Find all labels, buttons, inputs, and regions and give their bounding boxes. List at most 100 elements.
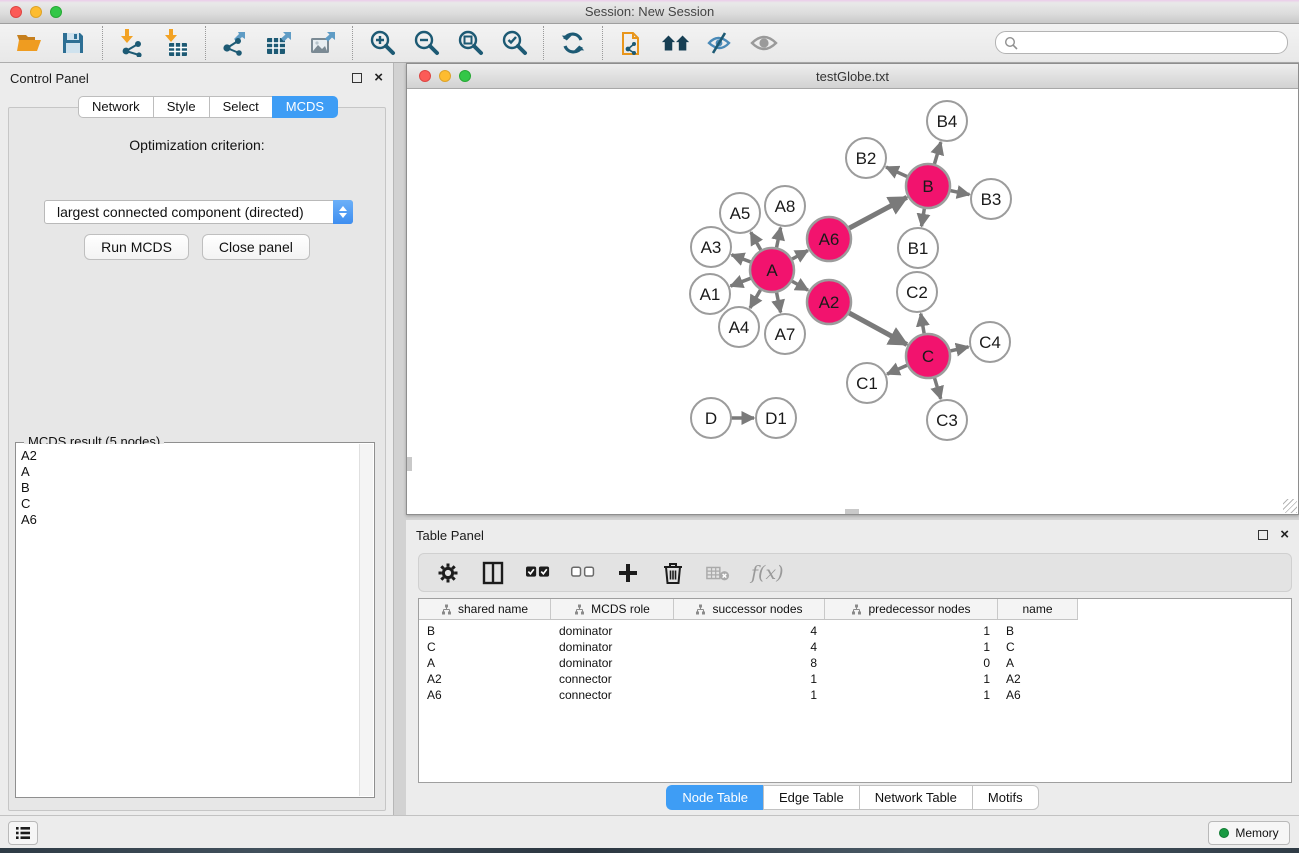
deselect-all-icon[interactable] [571, 561, 595, 585]
export-network-icon[interactable] [220, 28, 250, 58]
graph-node-label-B2: B2 [856, 149, 877, 168]
cell-shared-name[interactable]: A6 [419, 688, 551, 702]
show-all-icon[interactable] [749, 28, 779, 58]
column-header-shared-name[interactable]: shared name [419, 599, 551, 619]
delete-table-icon[interactable] [706, 561, 730, 585]
close-table-panel-icon[interactable]: × [1280, 530, 1289, 540]
search-input[interactable] [1023, 34, 1287, 52]
cell-mcds-role[interactable]: dominator [551, 656, 674, 670]
table-row[interactable]: A dominator 8 0 A [419, 655, 1291, 671]
open-file-icon[interactable] [14, 28, 44, 58]
cell-mcds-role[interactable]: connector [551, 688, 674, 702]
zoom-selected-icon[interactable] [499, 28, 529, 58]
network-from-selection-icon[interactable] [617, 28, 647, 58]
cell-name[interactable]: B [998, 624, 1078, 638]
import-table-icon[interactable] [161, 28, 191, 58]
tab-network-table[interactable]: Network Table [859, 785, 972, 810]
control-panel: Control Panel × Network Style Select MCD… [0, 63, 394, 815]
optimization-criterion-dropdown[interactable]: largest connected component (directed) [44, 200, 353, 224]
result-item[interactable]: A [21, 464, 359, 480]
cell-mcds-role[interactable]: dominator [551, 640, 674, 654]
graph-node-label-C1: C1 [856, 374, 878, 393]
tab-edge-table[interactable]: Edge Table [763, 785, 859, 810]
zoom-out-icon[interactable] [411, 28, 441, 58]
result-item[interactable]: B [21, 480, 359, 496]
result-scrollbar[interactable] [359, 444, 373, 796]
save-session-icon[interactable] [58, 28, 88, 58]
cell-mcds-role[interactable]: dominator [551, 624, 674, 638]
cell-shared-name[interactable]: C [419, 640, 551, 654]
cell-predecessor[interactable]: 1 [825, 640, 998, 654]
cell-successor[interactable]: 4 [674, 640, 825, 654]
column-header-predecessor-nodes[interactable]: predecessor nodes [825, 599, 998, 619]
table-row[interactable]: A2 connector 1 1 A2 [419, 671, 1291, 687]
cell-predecessor[interactable]: 1 [825, 672, 998, 686]
float-panel-icon[interactable] [352, 73, 362, 83]
cell-shared-name[interactable]: A [419, 656, 551, 670]
table-row[interactable]: B dominator 4 1 B [419, 623, 1291, 639]
cell-mcds-role[interactable]: connector [551, 672, 674, 686]
graph-node-label-A5: A5 [730, 204, 751, 223]
cell-name[interactable]: A [998, 656, 1078, 670]
cell-predecessor[interactable]: 1 [825, 688, 998, 702]
cell-successor[interactable]: 1 [674, 688, 825, 702]
cell-predecessor[interactable]: 1 [825, 624, 998, 638]
network-window-titlebar[interactable]: testGlobe.txt [407, 64, 1298, 89]
cell-successor[interactable]: 8 [674, 656, 825, 670]
table-row[interactable]: C dominator 4 1 C [419, 639, 1291, 655]
cell-shared-name[interactable]: A2 [419, 672, 551, 686]
table-header-row: shared name MCDS role successor nodes pr… [419, 599, 1078, 620]
table-row[interactable]: A6 connector 1 1 A6 [419, 687, 1291, 703]
tab-node-table[interactable]: Node Table [666, 785, 763, 810]
cell-successor[interactable]: 1 [674, 672, 825, 686]
dropdown-selected-value: largest connected component (directed) [45, 204, 333, 220]
hide-selected-icon[interactable] [705, 28, 735, 58]
column-manager-icon[interactable] [481, 561, 505, 585]
network-canvas[interactable]: B4B2BB3A5A8A6B1A3AC2A1A2A4A7CC4C1C3DD1 [407, 89, 1298, 514]
close-panel-button[interactable]: Close panel [202, 234, 310, 260]
select-all-check-icon[interactable] [526, 561, 550, 585]
home-neighbors-icon[interactable] [661, 28, 691, 58]
delete-column-icon[interactable] [661, 561, 685, 585]
canvas-hscroll-nub[interactable] [845, 509, 859, 514]
canvas-vscroll-nub[interactable] [407, 457, 412, 471]
zoom-fit-icon[interactable] [455, 28, 485, 58]
column-header-name[interactable]: name [998, 599, 1078, 619]
close-panel-icon[interactable]: × [374, 73, 383, 83]
memory-button[interactable]: Memory [1208, 821, 1290, 845]
cell-successor[interactable]: 4 [674, 624, 825, 638]
graph-node-label-D1: D1 [765, 409, 787, 428]
cell-shared-name[interactable]: B [419, 624, 551, 638]
column-type-icon [851, 604, 862, 615]
result-item[interactable]: A2 [21, 448, 359, 464]
cell-name[interactable]: C [998, 640, 1078, 654]
export-table-icon[interactable] [264, 28, 294, 58]
search-field[interactable] [995, 31, 1288, 54]
cell-name[interactable]: A2 [998, 672, 1078, 686]
settings-gear-icon[interactable] [436, 561, 460, 585]
window-resize-grip[interactable] [1283, 499, 1297, 513]
column-header-mcds-role[interactable]: MCDS role [551, 599, 674, 619]
column-header-successor-nodes[interactable]: successor nodes [674, 599, 825, 619]
run-mcds-button[interactable]: Run MCDS [84, 234, 189, 260]
tab-style[interactable]: Style [153, 96, 209, 118]
float-table-panel-icon[interactable] [1258, 530, 1268, 540]
tab-select[interactable]: Select [209, 96, 272, 118]
add-column-icon[interactable] [616, 561, 640, 585]
zoom-in-icon[interactable] [367, 28, 397, 58]
result-item[interactable]: C [21, 496, 359, 512]
import-network-icon[interactable] [117, 28, 147, 58]
function-builder-icon[interactable]: f(x) [751, 562, 784, 584]
export-image-icon[interactable] [308, 28, 338, 58]
control-panel-tabs: Network Style Select MCDS [78, 96, 338, 118]
cell-predecessor[interactable]: 0 [825, 656, 998, 670]
dropdown-stepper-icon[interactable] [333, 200, 353, 224]
task-history-button[interactable] [8, 821, 38, 845]
refresh-layout-icon[interactable] [558, 28, 588, 58]
result-item[interactable]: A6 [21, 512, 359, 528]
tab-motifs[interactable]: Motifs [972, 785, 1039, 810]
cell-name[interactable]: A6 [998, 688, 1078, 702]
tab-network[interactable]: Network [78, 96, 153, 118]
memory-status-icon [1219, 828, 1229, 838]
tab-mcds[interactable]: MCDS [272, 96, 338, 118]
